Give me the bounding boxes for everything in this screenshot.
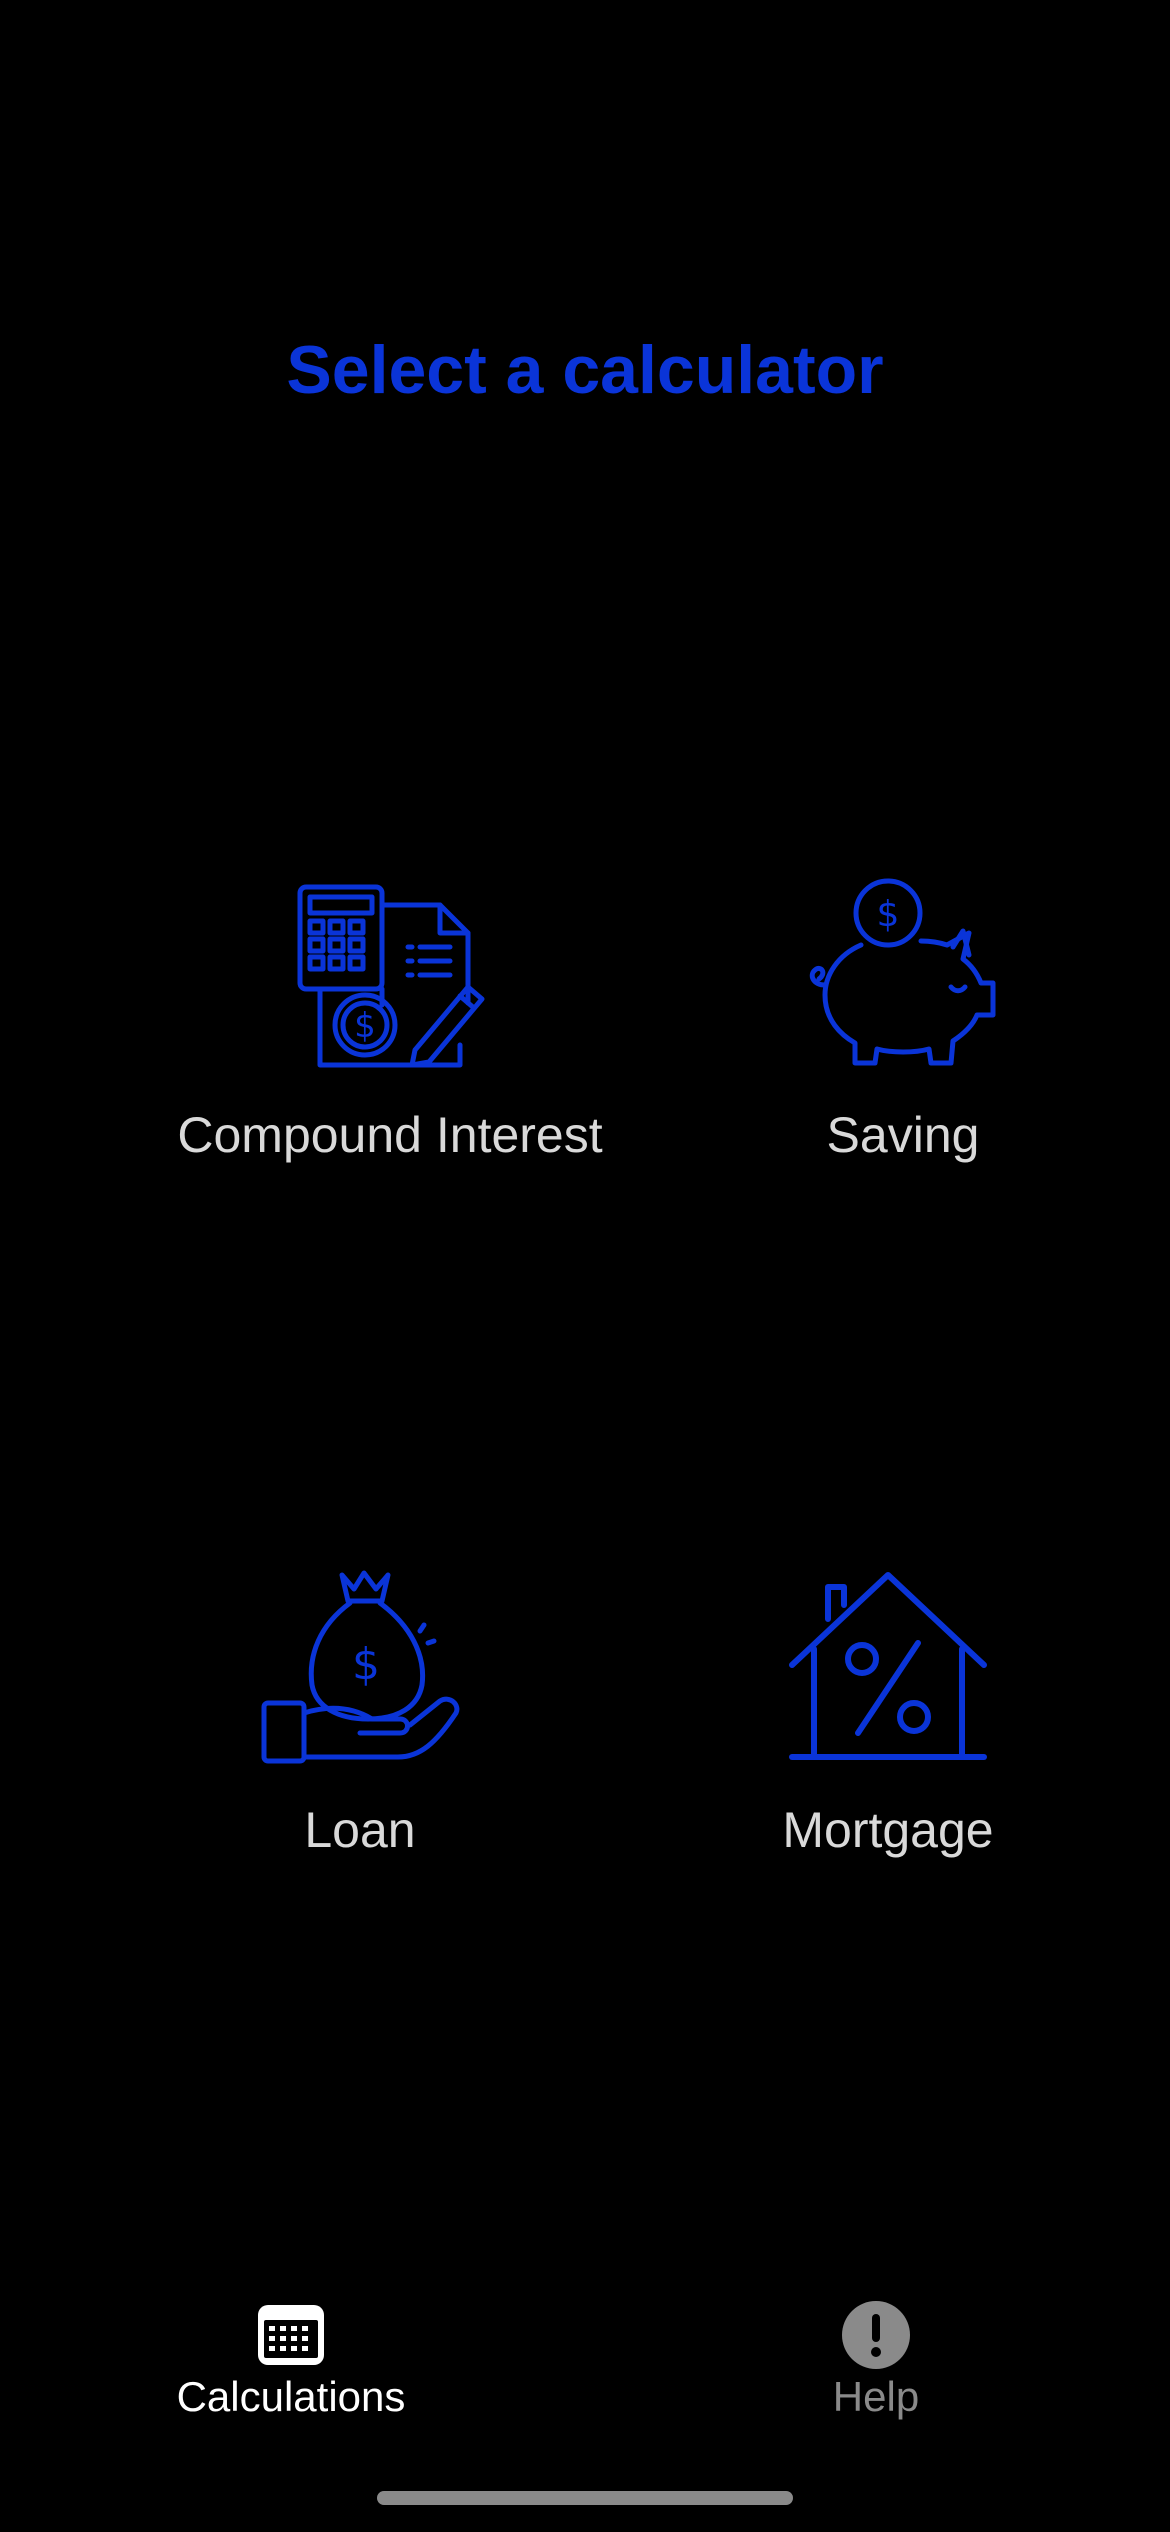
money-bag-hand-icon: $ xyxy=(260,1567,460,1767)
piggy-bank-icon: $ xyxy=(803,875,1003,1075)
svg-text:$: $ xyxy=(877,894,900,935)
compound-interest-label: Compound Interest xyxy=(177,1107,603,1163)
saving-calculator-button[interactable]: $ Saving xyxy=(643,860,1163,1190)
loan-calculator-button[interactable]: $ Loan xyxy=(100,1555,620,1885)
exclamation-circle-icon xyxy=(841,2300,911,2370)
mortgage-calculator-button[interactable]: Mortgage xyxy=(628,1555,1148,1885)
tab-help-label: Help xyxy=(832,2373,920,2420)
page-title: Select a calculator xyxy=(286,332,884,408)
home-indicator[interactable] xyxy=(377,2491,793,2505)
mortgage-label: Mortgage xyxy=(782,1802,994,1858)
loan-label: Loan xyxy=(304,1802,416,1858)
tab-calculations-label: Calculations xyxy=(176,2373,406,2420)
house-percent-icon xyxy=(788,1567,988,1767)
compound-interest-calculator-button[interactable]: $ Compound Interest xyxy=(130,860,650,1190)
tab-bar: Calculations Help xyxy=(0,2290,1170,2450)
tab-help[interactable]: Help xyxy=(716,2290,1036,2440)
saving-label: Saving xyxy=(826,1107,980,1163)
calculator-document-icon: $ xyxy=(290,875,490,1075)
svg-text:$: $ xyxy=(354,1006,376,1046)
tab-calculations[interactable]: Calculations xyxy=(131,2290,451,2440)
calculator-keypad-icon xyxy=(256,2300,326,2370)
svg-text:$: $ xyxy=(352,1639,380,1690)
